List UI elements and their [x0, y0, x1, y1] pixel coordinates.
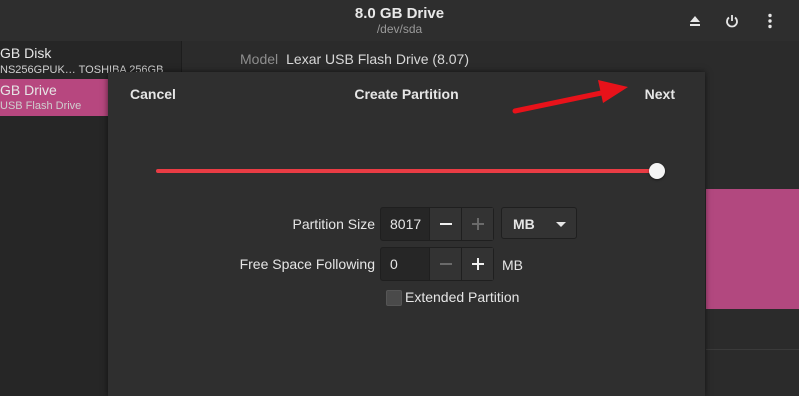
decrement-button[interactable] [429, 208, 461, 240]
partition-size-label: Partition Size [292, 216, 375, 232]
drive-device-path: /dev/sda [376, 22, 423, 36]
chevron-down-icon [556, 222, 566, 227]
slider-handle[interactable] [649, 163, 665, 179]
slider-fill [156, 169, 657, 173]
partition-size-input[interactable]: 8017 [381, 208, 429, 240]
model-value: Lexar USB Flash Drive (8.07) [286, 51, 469, 67]
minus-icon [439, 263, 452, 265]
increment-button[interactable] [461, 248, 493, 280]
extended-partition-label[interactable]: Extended Partition [405, 289, 519, 305]
free-space-label: Free Space Following [239, 256, 375, 272]
model-row: Model Lexar USB Flash Drive (8.07) [240, 51, 469, 67]
sidebar-item-name: GB Disk [0, 45, 52, 61]
plus-icon [471, 218, 484, 230]
partition-size-slider[interactable] [156, 169, 657, 173]
menu-dots-icon[interactable] [761, 12, 779, 30]
model-label: Model [240, 51, 279, 67]
drive-title: 8.0 GB Drive [354, 5, 445, 22]
unit-dropdown[interactable]: MB [501, 207, 577, 239]
dialog-title: Create Partition [354, 86, 459, 102]
volume-map-bar[interactable] [706, 189, 799, 309]
increment-button[interactable] [461, 208, 493, 240]
eject-icon[interactable] [686, 12, 704, 30]
extended-partition-checkbox[interactable] [386, 290, 402, 306]
minus-icon [439, 223, 452, 225]
unit-dropdown-value: MB [513, 216, 535, 232]
sidebar-item-desc: USB Flash Drive [0, 100, 82, 112]
free-space-stepper[interactable]: 0 [380, 247, 494, 281]
free-space-input[interactable]: 0 [381, 248, 429, 280]
decrement-button[interactable] [429, 248, 461, 280]
plus-icon [471, 258, 484, 270]
create-partition-dialog: Cancel Create Partition Next Partition S… [108, 72, 705, 396]
next-button[interactable]: Next [645, 86, 675, 102]
sidebar-item-name: GB Drive [0, 82, 57, 98]
divider [706, 349, 799, 350]
partition-size-stepper[interactable]: 8017 [380, 207, 494, 241]
power-icon[interactable] [723, 12, 741, 30]
free-space-unit: MB [502, 257, 523, 273]
header-bar: 8.0 GB Drive /dev/sda [0, 0, 799, 41]
